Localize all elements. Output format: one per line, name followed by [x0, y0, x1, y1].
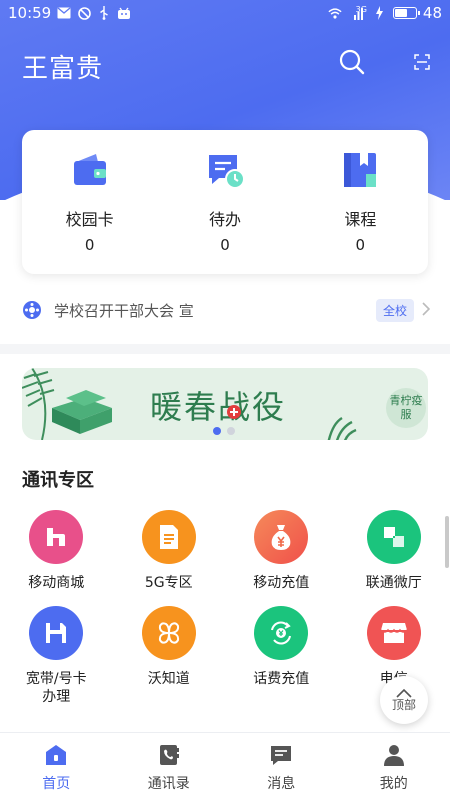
course-entry[interactable]: 课程 0 [293, 130, 428, 274]
tab-home[interactable]: 首页 [0, 733, 113, 800]
leaf-illustration [22, 368, 112, 440]
red-cross-icon [227, 405, 241, 419]
scan-button[interactable] [414, 54, 430, 70]
service-broadband[interactable]: 宽带/号卡 办理 [0, 606, 113, 706]
battery-level: 48 [422, 4, 442, 22]
service-wo-zhidao[interactable]: 沃知道 [113, 606, 226, 706]
mail-icon [57, 6, 71, 20]
scan-icon [414, 54, 430, 70]
shop-icon [366, 606, 421, 660]
status-bar: 10:59 3G 48 [0, 0, 450, 26]
network-label: 3G [355, 4, 367, 14]
service-label: 话费充值 [253, 671, 310, 687]
tab-contacts[interactable]: 通讯录 [113, 733, 226, 800]
service-label: 联通微厅 [365, 575, 422, 591]
grass-illustration [327, 416, 357, 440]
tab-profile[interactable]: 我的 [338, 733, 450, 800]
course-label: 课程 [344, 210, 377, 229]
carousel-indicator [213, 427, 235, 435]
search-icon [339, 49, 365, 75]
tab-label: 首页 [42, 776, 71, 792]
todo-label: 待办 [208, 210, 241, 229]
section-divider [0, 344, 450, 354]
document-icon [141, 510, 196, 564]
todo-clock-icon [205, 150, 245, 190]
no-disturb-icon [77, 6, 91, 20]
carousel-dot[interactable] [227, 427, 235, 435]
banner-badge: 青柠疫服 [386, 388, 426, 428]
service-grid: 移动商城 5G专区 移动充值 联通微厅 宽带/号卡 办理 沃知道 话费充值 [0, 510, 450, 706]
wallet-icon [70, 150, 110, 190]
back-to-top-button[interactable]: 顶部 [380, 676, 428, 724]
floppy-icon [29, 606, 84, 660]
notice-text: 学校召开干部大会 宣 [54, 301, 194, 320]
service-5g-zone[interactable]: 5G专区 [113, 510, 226, 592]
todo-entry[interactable]: 待办 0 [157, 130, 292, 274]
service-unicom-hall[interactable]: 联通微厅 [338, 510, 450, 592]
tab-messages[interactable]: 消息 [225, 733, 338, 800]
section-title: 通讯专区 [22, 470, 94, 491]
android-icon [117, 6, 131, 20]
message-icon [271, 746, 292, 765]
card-value: 0 [84, 236, 95, 254]
contacts-icon [159, 745, 179, 765]
usb-icon [97, 6, 111, 20]
profile-icon [383, 745, 404, 766]
notice-bar[interactable]: 学校召开干部大会 宣 全校 [22, 296, 431, 324]
carousel-dot[interactable] [213, 427, 221, 435]
search-button[interactable] [338, 48, 366, 76]
battery-icon [392, 7, 420, 19]
mall-icon [29, 510, 84, 564]
money-bag-icon [254, 510, 309, 564]
page-title: 王富贵 [22, 54, 104, 84]
service-label: 移动充值 [253, 575, 310, 591]
tab-label: 通讯录 [147, 776, 190, 792]
squares-icon [366, 510, 421, 564]
book-icon [340, 150, 380, 190]
service-label: 沃知道 [147, 671, 190, 687]
course-value: 0 [355, 236, 366, 254]
service-phone-recharge[interactable]: 话费充值 [225, 606, 338, 706]
home-icon [46, 745, 67, 765]
service-label: 移动商城 [28, 575, 85, 591]
yuan-cycle-icon [254, 606, 309, 660]
status-time: 10:59 [8, 4, 52, 22]
notice-icon [22, 300, 42, 320]
summary-card: 校园卡 0 待办 0 课程 0 [22, 130, 428, 274]
charging-icon [373, 6, 387, 20]
scrollbar[interactable] [445, 516, 449, 568]
service-mobile-recharge[interactable]: 移动充值 [225, 510, 338, 592]
tab-label: 我的 [379, 776, 408, 792]
service-mobile-mall[interactable]: 移动商城 [0, 510, 113, 592]
notice-scope-badge: 全校 [375, 298, 414, 322]
campus-card-entry[interactable]: 校园卡 0 [22, 130, 157, 274]
service-label: 5G专区 [144, 575, 193, 591]
card-label: 校园卡 [65, 210, 114, 229]
banner-title: 暖春战役 [150, 388, 287, 426]
back-to-top-label: 顶部 [391, 697, 416, 712]
clover-icon [141, 606, 196, 660]
service-label: 宽带/号卡 办理 [25, 671, 87, 705]
todo-value: 0 [220, 236, 230, 254]
bottom-tab-bar: 首页 通讯录 消息 我的 [0, 732, 450, 800]
tab-label: 消息 [267, 776, 296, 792]
wifi-icon [328, 6, 342, 20]
chevron-right-icon [422, 301, 431, 320]
